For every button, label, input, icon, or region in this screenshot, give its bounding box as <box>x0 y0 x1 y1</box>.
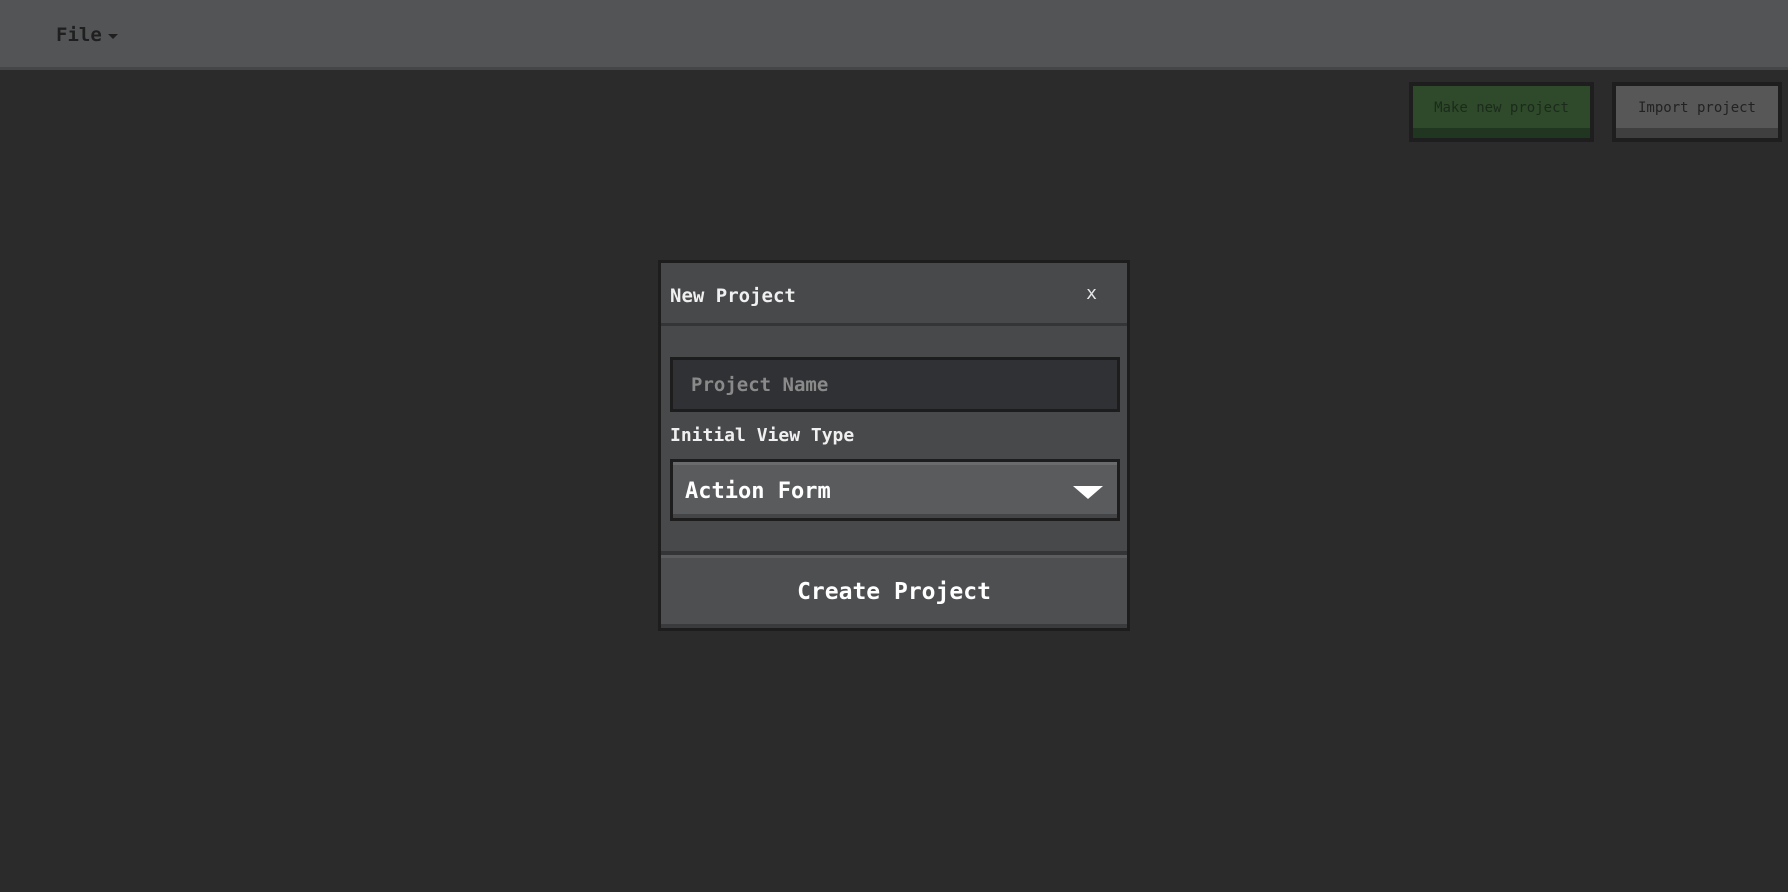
caret-down-icon <box>107 33 118 39</box>
file-menu-label: File <box>56 24 102 46</box>
dialog-title: New Project <box>670 285 796 307</box>
top-menubar: File <box>0 0 1788 70</box>
close-icon[interactable]: x <box>1086 283 1097 304</box>
dialog-header: New Project x <box>661 263 1127 326</box>
create-project-label: Create Project <box>797 578 991 605</box>
make-new-project-button[interactable]: Make new project <box>1409 82 1594 142</box>
view-type-label: Initial View Type <box>670 425 855 446</box>
view-type-selected-value: Action Form <box>685 479 831 504</box>
view-type-select[interactable]: Action Form <box>670 459 1120 521</box>
import-project-label: Import project <box>1637 100 1756 116</box>
new-project-dialog: New Project x Initial View Type Action F… <box>658 260 1130 631</box>
import-project-button[interactable]: Import project <box>1612 82 1782 142</box>
chevron-down-icon <box>1073 486 1103 499</box>
file-menu[interactable]: File <box>56 24 118 46</box>
make-new-project-label: Make new project <box>1434 100 1569 116</box>
project-name-input[interactable] <box>670 357 1120 412</box>
create-project-button[interactable]: Create Project <box>661 551 1127 628</box>
